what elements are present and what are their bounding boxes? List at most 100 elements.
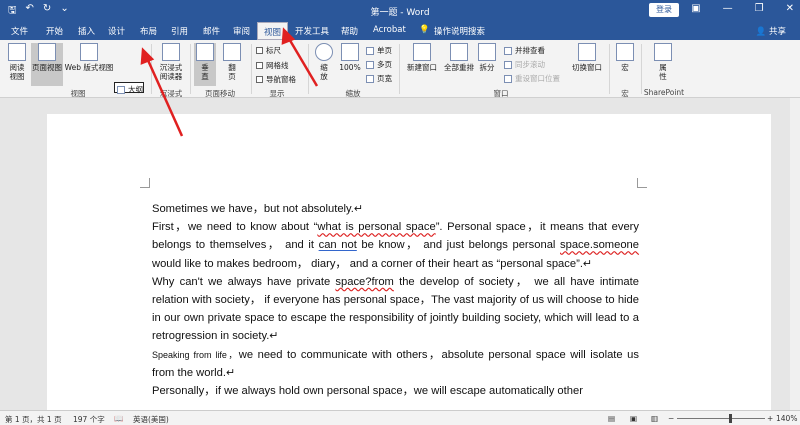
separator (609, 44, 610, 94)
share-button[interactable]: 👤 共享 (756, 25, 786, 37)
print-layout-icon[interactable]: ▣ (630, 414, 637, 423)
reset-window-button[interactable]: 重设窗口位置 (504, 73, 560, 84)
zoom-slider-thumb[interactable] (729, 414, 732, 423)
zoom-button[interactable]: 缩 放 (313, 43, 335, 81)
zoom-level[interactable]: 140% (776, 414, 797, 423)
sync-scroll-button[interactable]: 同步滚动 (504, 59, 545, 70)
vertical-button[interactable]: 垂 直 (194, 43, 216, 86)
separator (251, 44, 252, 94)
new-window-button[interactable]: 新建窗口 (404, 43, 440, 72)
paragraph: Sometimes we have，but not absolutely.↵ (152, 200, 639, 218)
navigation-pane-checkbox[interactable]: 导航窗格 (256, 74, 296, 85)
one-page-button[interactable]: 单页 (366, 45, 392, 56)
navigation-label: 导航窗格 (266, 75, 296, 84)
tab-home[interactable]: 开始 (46, 25, 63, 37)
tab-design[interactable]: 设计 (108, 25, 125, 37)
side-to-side-button[interactable]: 翻 页 (221, 43, 243, 81)
immersive-label: 沉浸式 阅读器 (159, 63, 183, 81)
zoom-100-label: 100% (339, 63, 361, 72)
side-by-side-icon (504, 46, 512, 55)
print-layout-button[interactable]: 页面视图 (31, 43, 63, 86)
arrange-all-label: 全部重排 (444, 63, 474, 72)
language[interactable]: 英语(美国) (133, 414, 169, 425)
vertical-scrollbar[interactable] (790, 98, 800, 410)
tab-layout[interactable]: 布局 (140, 25, 157, 37)
multiple-pages-button[interactable]: 多页 (366, 59, 392, 70)
page-width-icon (366, 74, 374, 83)
proofing-icon[interactable]: 📖 (114, 414, 123, 423)
outline-icon (117, 85, 125, 94)
reader-icon (162, 43, 180, 61)
tab-view[interactable]: 视图 (257, 22, 289, 40)
status-bar: 第 1 页，共 1 页 197 个字 📖 英语(美国) ▤ ▣ ▥ − + 14… (0, 410, 800, 425)
paragraph-text: First，we need to know about “ (152, 221, 318, 234)
page-count[interactable]: 第 1 页，共 1 页 (5, 414, 62, 425)
document-text[interactable]: Sometimes we have，but not absolutely.↵ F… (152, 200, 639, 400)
separator (399, 44, 400, 94)
zoom-slider[interactable] (677, 418, 765, 419)
gridlines-checkbox[interactable]: 网格线 (256, 60, 289, 71)
immersive-reader-button[interactable]: 沉浸式 阅读器 (155, 43, 187, 81)
tab-references[interactable]: 引用 (171, 25, 188, 37)
group-sharepoint-label: SharePoint (643, 88, 685, 97)
tell-me-search[interactable]: 操作说明搜索 (434, 25, 485, 37)
read-mode-icon[interactable]: ▤ (608, 414, 615, 423)
word-count[interactable]: 197 个字 (73, 414, 105, 425)
tab-review[interactable]: 审阅 (233, 25, 250, 37)
side-pages-icon (223, 43, 241, 61)
zoom-out-icon[interactable]: − (668, 414, 674, 423)
macros-button[interactable]: 宏 (614, 43, 636, 72)
sync-scroll-label: 同步滚动 (515, 60, 545, 69)
share-label: 共享 (768, 27, 786, 37)
zoom-100-button[interactable]: 100% (338, 43, 362, 72)
paragraph: Speaking from life，we need to communicat… (152, 346, 639, 382)
lightbulb-icon: 💡 (419, 25, 430, 35)
paragraph: Why can't we always have private space?f… (152, 273, 639, 346)
paragraph-text: Why can't we always have private (152, 275, 336, 288)
side-by-side-button[interactable]: 并排查看 (504, 45, 545, 56)
page-width-button[interactable]: 页宽 (366, 73, 392, 84)
separator (641, 44, 642, 94)
ruler-checkbox[interactable]: 标尺 (256, 45, 281, 56)
ribbon-display-icon[interactable]: ▣ (691, 3, 700, 14)
new-window-icon (413, 43, 431, 61)
ribbon: 阅读 视图 页面视图 Web 版式视图 大纲 草稿 视图 沉浸式 阅读器 沉浸式… (0, 40, 800, 108)
grammar-text: can not (318, 239, 357, 252)
tab-insert[interactable]: 插入 (78, 25, 95, 37)
document-area: Sometimes we have，but not absolutely.↵ F… (0, 98, 800, 414)
paragraph: Personally，if we always hold own persona… (152, 382, 639, 400)
close-icon[interactable]: ✕ (786, 3, 794, 14)
person-icon: 👤 (755, 27, 767, 37)
reset-window-icon (504, 74, 512, 83)
switch-window-icon (578, 43, 596, 61)
misspelled-text: space?from (335, 275, 394, 288)
gridlines-label: 网格线 (266, 61, 289, 70)
tab-developer[interactable]: 开发工具 (295, 25, 329, 37)
page-icon (38, 43, 56, 61)
macro-icon (616, 43, 634, 61)
title-bar: 🖫 ↶ ↻ ⌄ 第一题 - Word 登录 ▣ — ❐ ✕ (0, 0, 800, 21)
read-mode-button[interactable]: 阅读 视图 (4, 43, 30, 81)
tab-file[interactable]: 文件 (11, 25, 28, 37)
split-button[interactable]: 拆分 (477, 43, 497, 72)
multi-page-icon (366, 60, 374, 69)
restore-icon[interactable]: ❐ (755, 3, 764, 14)
arrange-all-button[interactable]: 全部重排 (441, 43, 477, 72)
tab-help[interactable]: 帮助 (341, 25, 358, 37)
properties-button[interactable]: 属 性 (652, 43, 674, 81)
misspelled-text: space.someone (560, 239, 640, 252)
web-layout-icon[interactable]: ▥ (651, 414, 658, 423)
outline-button[interactable]: 大纲 (117, 84, 143, 95)
tab-mailings[interactable]: 邮件 (203, 25, 220, 37)
paragraph-text: Speaking from life， (152, 349, 239, 360)
paragraph-text: be know， and just belongs personal (356, 239, 561, 252)
tab-acrobat[interactable]: Acrobat (373, 25, 406, 35)
switch-window-button[interactable]: 切换窗口 (569, 43, 605, 72)
document-page[interactable]: Sometimes we have，but not absolutely.↵ F… (47, 114, 771, 414)
one-page-icon (366, 46, 374, 55)
login-button[interactable]: 登录 (649, 3, 679, 17)
zoom-in-icon[interactable]: + (767, 414, 773, 423)
web-layout-button[interactable]: Web 版式视图 (64, 43, 114, 72)
minimize-icon[interactable]: — (723, 3, 733, 14)
split-icon (478, 43, 496, 61)
